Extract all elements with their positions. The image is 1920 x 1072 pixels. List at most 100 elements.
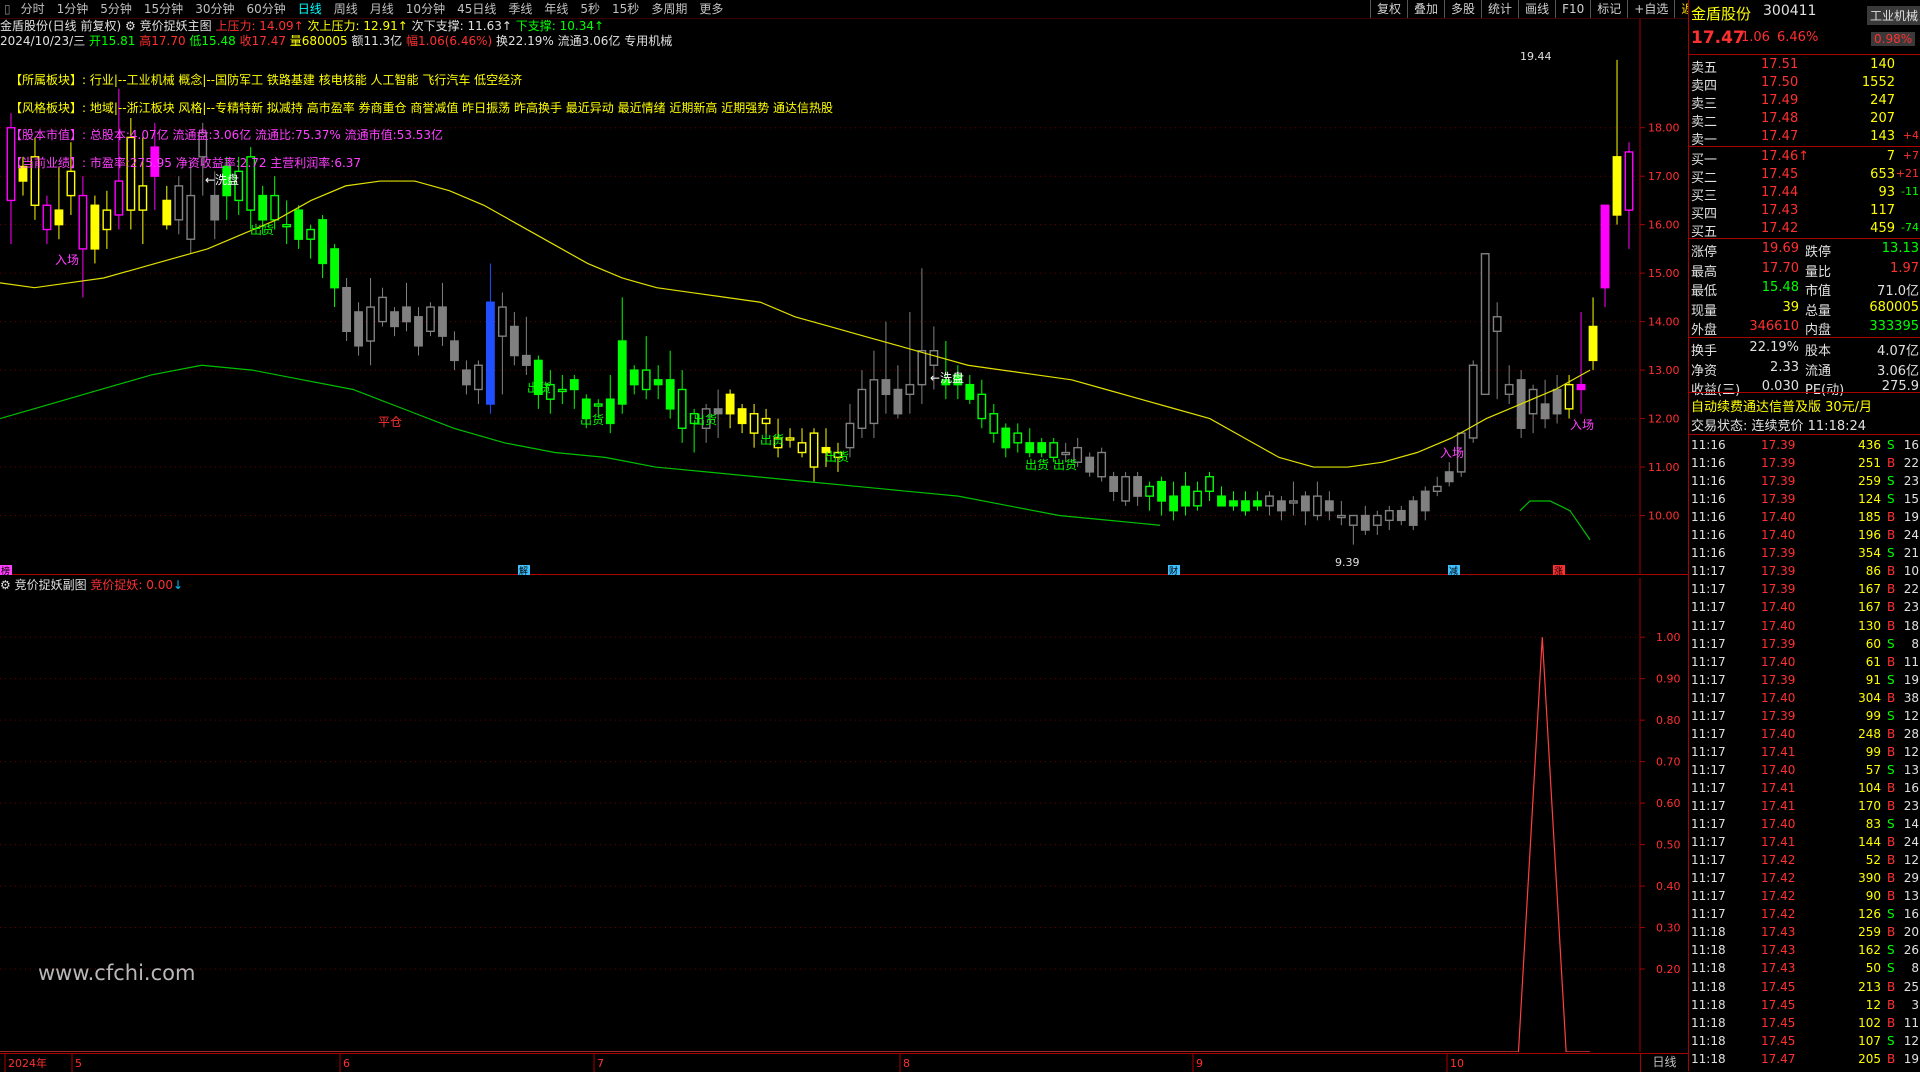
candle-body	[509, 325, 519, 357]
candle-body	[1097, 451, 1107, 478]
max-price-label: 19.44	[1520, 50, 1552, 63]
candle-body	[749, 413, 759, 434]
time-axis-label: 10	[1450, 1057, 1464, 1070]
event-badge[interactable]: 涨	[1553, 565, 1565, 575]
price-axis-label: 11.00	[1648, 461, 1680, 474]
candle-body	[1085, 456, 1095, 473]
annotation-ruchang: 入场	[1570, 418, 1594, 432]
event-badge[interactable]: 榜	[0, 565, 12, 575]
toolbar-button-4[interactable]: 画线	[1518, 0, 1555, 18]
stat-row: 涨停 19.69 跌停 13.13	[1691, 241, 1919, 260]
bid-row[interactable]: 买三 17.44 93 -11	[1689, 185, 1920, 204]
candle-body	[450, 340, 459, 362]
candle-body	[1229, 500, 1238, 507]
bid-row[interactable]: 买一 17.46↑ 7 +7	[1689, 149, 1920, 168]
toolbar-button-2[interactable]: 多股	[1444, 0, 1481, 18]
bid-row[interactable]: 买二 17.45 653 +21	[1689, 167, 1920, 186]
tab-13[interactable]: 5秒	[574, 0, 606, 18]
tab-4[interactable]: 30分钟	[189, 0, 240, 18]
tick-row: 11:17 17.42 52 B 12	[1691, 853, 1919, 868]
candle-body	[1193, 490, 1202, 507]
candle-body	[1396, 509, 1406, 522]
event-badge[interactable]: 财	[1168, 565, 1180, 575]
tab-2[interactable]: 5分钟	[94, 0, 138, 18]
watermark: www.cfchi.com	[38, 961, 196, 985]
stat-row: 最高 17.70 量比 1.97	[1691, 260, 1919, 280]
tab-1[interactable]: 1分钟	[51, 0, 95, 18]
tab-7[interactable]: 周线	[328, 0, 364, 18]
tick-row: 11:18 17.45 12 B 3	[1691, 997, 1919, 1012]
tab-0[interactable]: 分时	[15, 0, 51, 18]
candle-body	[1037, 442, 1047, 454]
price-axis-label: 16.00	[1648, 219, 1680, 232]
period-tabs: 分时 1分钟 5分钟 15分钟 30分钟 60分钟 日线 周线 月线 10分钟 45日线 季线 年线 5秒…	[15, 0, 730, 18]
candle-body	[1145, 485, 1155, 497]
menu-icon[interactable]: ▯	[0, 0, 15, 18]
candle-body	[905, 383, 915, 396]
candle-body	[318, 219, 328, 265]
candle-body	[785, 437, 795, 441]
toolbar-button-5[interactable]: F10	[1555, 0, 1590, 18]
tab-12[interactable]: 年线	[538, 0, 574, 18]
sub-axis-label: 0.80	[1656, 714, 1681, 727]
tab-3[interactable]: 15分钟	[138, 0, 189, 18]
ask-row[interactable]: 卖二 17.48 207	[1689, 111, 1920, 130]
bid-row[interactable]: 买五 17.42 459 -74	[1689, 221, 1920, 240]
tab-16[interactable]: 更多	[693, 0, 729, 18]
price-change: 1.06	[1741, 30, 1770, 45]
candle-body	[1265, 495, 1274, 507]
tick-row: 11:17 17.39 60 S 8	[1691, 636, 1919, 651]
band-lower-line-2	[1519, 500, 1591, 541]
time-axis-label: 9	[1196, 1057, 1203, 1070]
toolbar-button-3[interactable]: 统计	[1481, 0, 1518, 18]
candle-body	[258, 194, 268, 221]
toolbar-button-0[interactable]: 复权	[1370, 0, 1407, 18]
industry-tag[interactable]: 工业机械	[1867, 6, 1920, 25]
period-label[interactable]: 日线	[1640, 1054, 1688, 1072]
tab-14[interactable]: 15秒	[606, 0, 645, 18]
tab-6[interactable]: 日线	[292, 0, 328, 18]
tab-8[interactable]: 月线	[364, 0, 400, 18]
tab-9[interactable]: 10分钟	[400, 0, 451, 18]
candle-body	[1372, 514, 1382, 526]
tick-row: 11:16 17.39 251 B 22	[1691, 456, 1919, 471]
price-axis-label: 18.00	[1648, 122, 1680, 135]
sector-text: 行业|--工业机械 概念|--国防军工 铁路基建 核电核能 人工智能 飞行汽车 …	[89, 73, 523, 87]
tab-10[interactable]: 45日线	[451, 0, 502, 18]
perf-label: 【当前业绩】:	[10, 155, 87, 170]
tab-11[interactable]: 季线	[502, 0, 538, 18]
candle-body	[857, 388, 867, 429]
candle-body	[282, 223, 292, 228]
tick-row: 11:17 17.42 390 B 29	[1691, 871, 1919, 886]
tick-row: 11:17 17.41 104 B 16	[1691, 780, 1919, 795]
candle-body	[653, 379, 663, 386]
event-badge[interactable]: 解	[518, 565, 530, 575]
candle-body	[1552, 388, 1562, 415]
sub-axis-label: 0.30	[1656, 922, 1681, 935]
sub-indicator-chart[interactable]: 1.00 0.90 0.80 0.70 0.60 0.50 0.40 0.30 0.20	[0, 578, 1688, 1052]
toolbar-button-1[interactable]: 叠加	[1407, 0, 1444, 18]
event-badge[interactable]: 减	[1448, 565, 1460, 575]
tab-5[interactable]: 60分钟	[240, 0, 291, 18]
tick-row: 11:17 17.39 167 B 22	[1691, 582, 1919, 597]
ask-row[interactable]: 卖四 17.50 1552	[1689, 75, 1920, 94]
ask-row[interactable]: 卖三 17.49 247	[1689, 93, 1920, 112]
ask-row[interactable]: 卖五 17.51 140	[1689, 57, 1920, 76]
candle-body	[893, 388, 903, 415]
candle-body	[402, 306, 411, 323]
candle-body	[1157, 480, 1166, 502]
toolbar-button-6[interactable]: 标记	[1590, 0, 1627, 18]
tab-15[interactable]: 多周期	[645, 0, 693, 18]
toolbar-button-7[interactable]: +自选	[1627, 0, 1674, 18]
tick-row: 11:17 17.41 144 B 24	[1691, 835, 1919, 850]
promo-text[interactable]: 自动续费通达信普及版 30元/月	[1691, 396, 1872, 415]
candle-body	[617, 340, 627, 405]
tick-row: 11:16 17.39 124 S 15	[1691, 492, 1919, 507]
candle-body	[54, 209, 64, 226]
ask-row[interactable]: 卖一 17.47 143 +4	[1689, 129, 1920, 148]
candle-body	[641, 369, 651, 391]
candle-body	[1420, 490, 1430, 512]
tick-row: 11:17 17.40 61 B 11	[1691, 654, 1919, 669]
bid-row[interactable]: 买四 17.43 117	[1689, 203, 1920, 222]
promo-row[interactable]: 自动续费通达信普及版 30元/月	[1689, 396, 1920, 415]
